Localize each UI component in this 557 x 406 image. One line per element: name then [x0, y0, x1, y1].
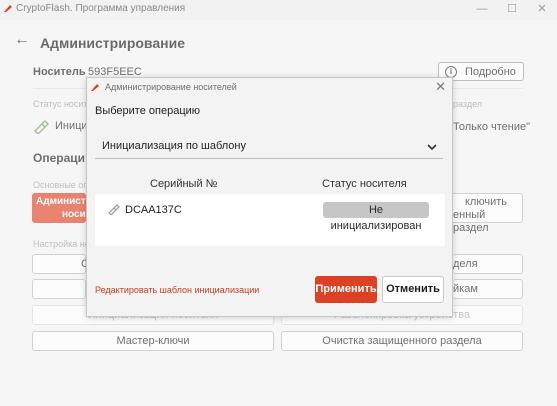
- chevron-down-icon: [427, 144, 437, 151]
- minimize-button[interactable]: —: [468, 0, 496, 20]
- operation-prompt: Выберите операцию: [95, 105, 201, 117]
- cancel-button[interactable]: Отменить: [382, 276, 444, 303]
- operation-select-value: Инициализация по шаблону: [102, 140, 246, 152]
- dialog-logo-icon: [91, 84, 99, 91]
- media-table: DCAA137C Не инициализирован: [95, 194, 445, 246]
- title-bar: CryptoFlash. Программа управления — ☐ ✕: [0, 0, 557, 20]
- usb-key-icon: [108, 204, 120, 215]
- column-header-serial: Серийный №: [150, 178, 218, 190]
- apply-button[interactable]: Применить: [315, 276, 377, 303]
- column-header-status: Статус носителя: [322, 178, 407, 190]
- edit-template-link[interactable]: Редактировать шаблон инициализации: [95, 285, 259, 295]
- app-logo-icon: [4, 5, 12, 12]
- table-row[interactable]: DCAA137C Не инициализирован: [95, 194, 445, 232]
- media-admin-dialog: Администрирование носителей ✕ Выберите о…: [86, 77, 453, 317]
- serial-number: DCAA137C: [125, 204, 182, 216]
- maximize-button[interactable]: ☐: [498, 0, 526, 20]
- close-window-button[interactable]: ✕: [528, 0, 556, 20]
- dialog-title: Администрирование носителей: [105, 82, 237, 92]
- window-title: CryptoFlash. Программа управления: [16, 3, 186, 14]
- operation-select[interactable]: Инициализация по шаблону: [95, 133, 443, 159]
- status-badge: Не инициализирован: [323, 202, 429, 232]
- dialog-close-button[interactable]: ✕: [435, 79, 446, 95]
